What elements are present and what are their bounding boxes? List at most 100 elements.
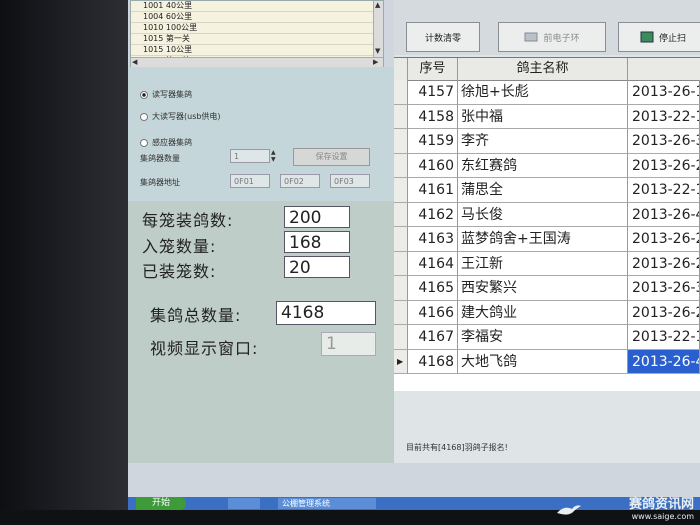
race-list-vscrollbar[interactable]: ▲ ▼ xyxy=(373,1,383,57)
scroll-up-icon[interactable]: ▲ xyxy=(375,1,380,9)
header-id[interactable]: 序号 xyxy=(408,58,458,80)
cell-date: 2013-22-1 xyxy=(628,178,700,203)
table-row[interactable]: 4163 蓝梦鸽舍+王国涛 2013-26-2 xyxy=(394,227,700,252)
cell-owner: 李齐 xyxy=(458,129,628,154)
table-row[interactable]: ▶ 4168 大地飞鸽 2013-26-4 xyxy=(394,349,700,374)
table-row[interactable]: 4157 徐旭+长彪 2013-26-1 xyxy=(394,80,700,105)
table-row[interactable]: 4158 张中福 2013-22-1 xyxy=(394,104,700,129)
scroll-left-icon[interactable]: ◀ xyxy=(132,58,137,66)
row-indicator xyxy=(394,202,408,227)
table-row[interactable]: 4166 建大鸽业 2013-26-2 xyxy=(394,300,700,325)
radio-sensor[interactable]: 感应器集鸽 xyxy=(140,137,192,148)
header-date[interactable] xyxy=(628,58,700,80)
per-cage-input[interactable]: 200 xyxy=(284,206,350,228)
stop-scan-button[interactable]: 停止扫 xyxy=(618,22,700,52)
row-indicator xyxy=(394,300,408,325)
radio-dot-icon[interactable] xyxy=(140,90,148,99)
table-row[interactable]: 4160 东红赛鸽 2013-26-2 xyxy=(394,153,700,178)
app-window: 1001 40公里 1004 60公里 1010 100公里 1015 第一关 1015… xyxy=(128,0,700,510)
in-cage-input[interactable]: 168 xyxy=(284,231,350,253)
cell-owner: 徐旭+长彪 xyxy=(458,80,628,105)
cell-date: 2013-26-2 xyxy=(628,251,700,276)
collector-address-label: 集鸽器地址 xyxy=(140,178,180,187)
race-list-hscrollbar[interactable]: ◀ ▶ xyxy=(131,57,383,67)
cell-owner: 大地飞鸽 xyxy=(458,349,628,374)
table-row[interactable]: 4164 王江新 2013-26-2 xyxy=(394,251,700,276)
cell-id: 4158 xyxy=(408,104,458,129)
cage-stats-group: 每笼装鸽数: 200 入笼数量: 168 已装笼数: 20 集鸽总数量: 416… xyxy=(128,201,394,463)
status-bar: 目前共有[4168]羽鸽子报名! xyxy=(394,430,700,463)
stepper-up-icon[interactable]: ▲ xyxy=(271,149,276,156)
stop-scan-icon xyxy=(640,31,654,43)
race-list-item[interactable]: 1001 40公里 xyxy=(131,1,383,12)
row-indicator xyxy=(394,251,408,276)
records-panel: 计数清零 前电子环 停止扫 序号 鸽主名称 4157 徐旭+长彪 2013-26-1… xyxy=(394,0,700,463)
start-button[interactable]: 开始 xyxy=(136,497,186,510)
cell-owner: 东红赛鸽 xyxy=(458,153,628,178)
monitor-bezel-bottom xyxy=(0,510,700,525)
reset-count-button[interactable]: 计数清零 xyxy=(406,22,480,52)
current-row-arrow-icon: ▶ xyxy=(397,356,404,366)
radio-dot-icon[interactable] xyxy=(140,138,148,147)
cell-id: 4160 xyxy=(408,153,458,178)
monitor-bezel-left xyxy=(0,0,128,525)
header-owner[interactable]: 鸽主名称 xyxy=(458,58,628,80)
watermark: 赛鸽资讯网 www.saige.com xyxy=(628,497,694,521)
status-text: 目前共有[4168]羽鸽子报名! xyxy=(406,443,508,452)
cell-id: 4165 xyxy=(408,276,458,301)
radio-reader[interactable]: 读写器集鸽 xyxy=(140,89,192,100)
cell-id: 4161 xyxy=(408,178,458,203)
table-row[interactable]: 4161 蒲思全 2013-22-1 xyxy=(394,178,700,203)
radio-large-reader[interactable]: 大读写器(usb供电) xyxy=(140,111,221,122)
collector-count-label: 集鸽器数量 xyxy=(140,154,180,163)
race-list-item[interactable]: 1015 第一关 xyxy=(131,34,383,45)
cell-owner: 建大鸽业 xyxy=(458,300,628,325)
scroll-right-icon[interactable]: ▶ xyxy=(373,58,378,66)
race-list-item[interactable]: 1004 60公里 xyxy=(131,12,383,23)
save-settings-button[interactable]: 保存设置 xyxy=(293,148,370,166)
cell-date: 2013-26-3 xyxy=(628,276,700,301)
total-count-label: 集鸽总数量: xyxy=(150,306,242,325)
loaded-cages-label: 已装笼数: xyxy=(142,262,217,281)
table-row[interactable]: 4162 马长俊 2013-26-4 xyxy=(394,202,700,227)
ring-icon xyxy=(524,32,538,42)
total-count-input[interactable]: 4168 xyxy=(276,301,376,325)
cell-owner: 蓝梦鸽舍+王国涛 xyxy=(458,227,628,252)
cell-id: 4164 xyxy=(408,251,458,276)
row-indicator xyxy=(394,227,408,252)
cell-id: 4166 xyxy=(408,300,458,325)
taskbar: 开始 公棚管理系统 xyxy=(128,497,700,510)
race-list[interactable]: 1001 40公里 1004 60公里 1010 100公里 1015 第一关 1015… xyxy=(130,0,384,68)
collector-count-stepper[interactable]: 1 xyxy=(230,149,270,163)
row-indicator: ▶ xyxy=(394,349,408,374)
cell-owner: 张中福 xyxy=(458,104,628,129)
stepper-down-icon[interactable]: ▼ xyxy=(271,156,276,163)
cell-date: 2013-26-3 xyxy=(628,129,700,154)
in-cage-label: 入笼数量: xyxy=(142,237,217,256)
electronic-ring-button[interactable]: 前电子环 xyxy=(498,22,606,52)
video-window-input[interactable]: 1 xyxy=(321,332,376,356)
cell-owner: 王江新 xyxy=(458,251,628,276)
table-row[interactable]: 4159 李齐 2013-26-3 xyxy=(394,129,700,154)
race-list-item[interactable]: 1010 100公里 xyxy=(131,23,383,34)
loaded-cages-input[interactable]: 20 xyxy=(284,256,350,278)
cell-date: 2013-22-1 xyxy=(628,325,700,350)
pigeon-table[interactable]: 序号 鸽主名称 4157 徐旭+长彪 2013-26-1 4158 张中福 2013-22… xyxy=(394,57,700,391)
race-list-item[interactable]: 1015 10公里 xyxy=(131,45,383,56)
row-indicator xyxy=(394,153,408,178)
table-row[interactable]: 4167 李福安 2013-22-1 xyxy=(394,325,700,350)
taskbar-icon[interactable] xyxy=(228,498,244,509)
settings-panel: 读写器集鸽 大读写器(usb供电) 感应器集鸽 集鸽器数量 1 ▲ ▼ 保存设置… xyxy=(128,67,394,463)
collector-address-2[interactable]: 0F02 xyxy=(280,174,320,188)
cell-owner: 蒲思全 xyxy=(458,178,628,203)
cell-id: 4163 xyxy=(408,227,458,252)
radio-dot-icon[interactable] xyxy=(140,112,148,121)
scroll-down-icon[interactable]: ▼ xyxy=(375,47,380,55)
collector-address-1[interactable]: 0F01 xyxy=(230,174,270,188)
row-indicator xyxy=(394,178,408,203)
taskbar-app-item[interactable]: 公棚管理系统 xyxy=(278,498,376,509)
taskbar-icon[interactable] xyxy=(244,498,260,509)
table-row[interactable]: 4165 西安繁兴 2013-26-3 xyxy=(394,276,700,301)
collector-address-3[interactable]: 0F03 xyxy=(330,174,370,188)
cell-owner: 西安繁兴 xyxy=(458,276,628,301)
